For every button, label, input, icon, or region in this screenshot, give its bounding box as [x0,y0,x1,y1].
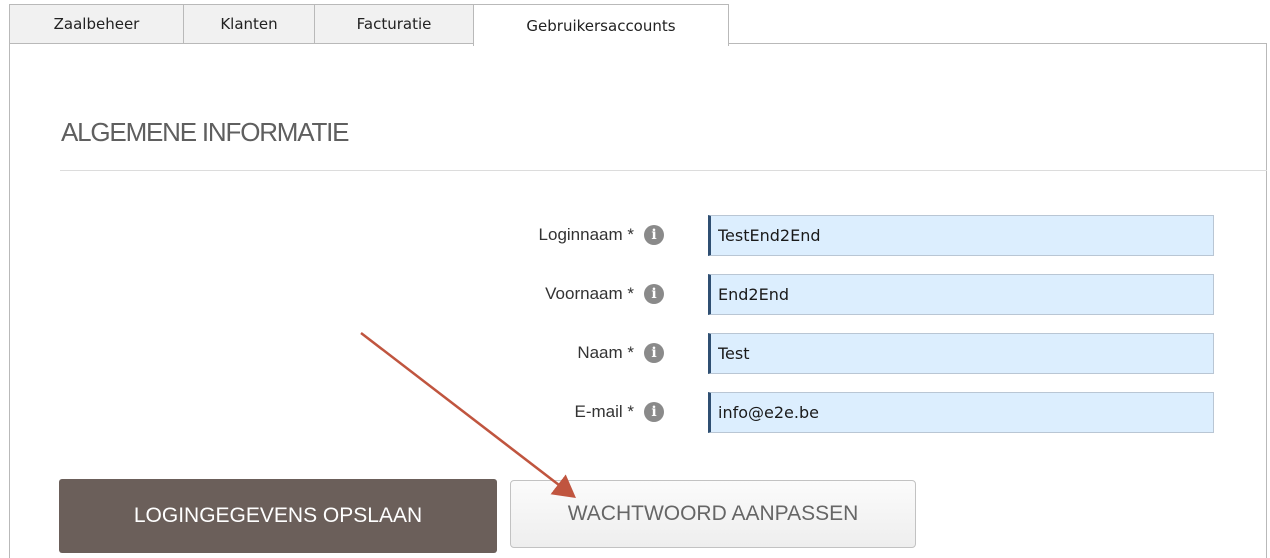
voornaam-label: Voornaam * i [545,284,664,304]
tab-zaalbeheer[interactable]: Zaalbeheer [9,4,184,43]
loginnaam-label-text: Loginnaam * [538,225,634,244]
email-label: E-mail * i [574,402,664,422]
info-icon[interactable]: i [644,225,664,245]
tab-klanten[interactable]: Klanten [183,4,315,43]
email-field[interactable] [708,392,1214,433]
voornaam-label-text: Voornaam * [545,284,634,303]
naam-label: Naam * i [577,343,664,363]
loginnaam-field[interactable] [708,215,1214,256]
section-title: ALGEMENE INFORMATIE [61,117,350,147]
loginnaam-label: Loginnaam * i [539,225,664,245]
info-icon[interactable]: i [644,402,664,422]
change-password-button[interactable]: WACHTWOORD AANPASSEN [510,480,916,548]
section-divider [60,170,1267,171]
save-login-button[interactable]: LOGINGEGEVENS OPSLAAN [59,479,497,553]
naam-label-text: Naam * [577,343,634,362]
tab-facturatie[interactable]: Facturatie [314,4,474,43]
info-icon[interactable]: i [644,343,664,363]
info-icon[interactable]: i [644,284,664,304]
email-label-text: E-mail * [574,402,634,421]
tab-gebruikersaccounts[interactable]: Gebruikersaccounts [473,4,729,46]
tab-bar: Zaalbeheer Klanten Facturatie Gebruikers… [0,0,1270,46]
naam-field[interactable] [708,333,1214,374]
voornaam-field[interactable] [708,274,1214,315]
